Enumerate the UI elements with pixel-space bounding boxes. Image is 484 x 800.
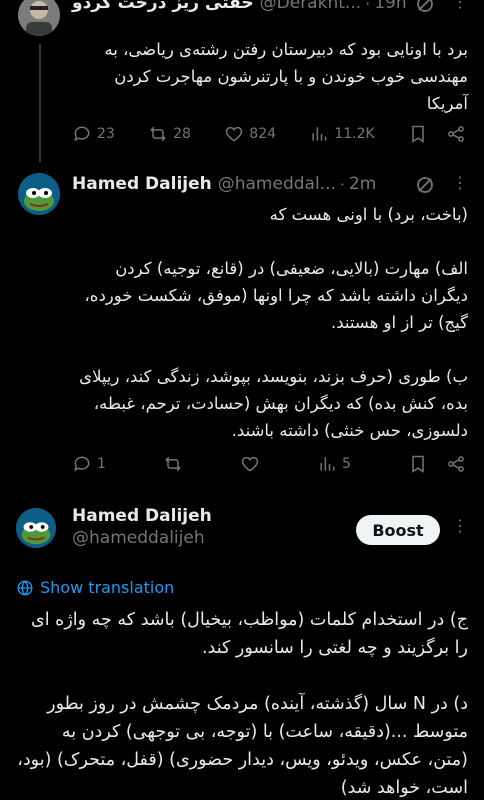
tweet-header: Hamed Dalijeh @hameddalijeh: [72, 506, 212, 548]
more-icon[interactable]: ⋮: [452, 173, 469, 192]
grok-icon[interactable]: [415, 175, 435, 195]
reply-button[interactable]: 23: [72, 124, 115, 144]
bookmark-button[interactable]: [408, 124, 428, 144]
bookmark-icon: [412, 455, 424, 473]
tweet-header: Hamed Dalijeh @hameddal... · 2m: [72, 174, 376, 194]
show-translation-link[interactable]: Show translation: [16, 578, 174, 597]
timestamp[interactable]: 2m: [349, 174, 376, 194]
reply-count: 23: [97, 126, 115, 142]
tweet-text: برد با اونایی بود که دبیرستان رفتن رشته‌…: [104, 40, 468, 113]
views-button[interactable]: 11.2K: [309, 124, 375, 144]
reply-button[interactable]: 1: [72, 454, 106, 474]
reply-count: 1: [97, 456, 106, 472]
repost-button[interactable]: 28: [148, 124, 191, 144]
tweet-header: حقتی ریز درخت کردو @Derakht... · 19h: [72, 0, 407, 13]
views-count: 5: [342, 456, 351, 472]
author-handle[interactable]: @hameddalijeh: [72, 528, 205, 548]
repost-count: 28: [173, 126, 191, 142]
tweet-actions: 1 5: [72, 454, 466, 474]
grok-icon[interactable]: [415, 0, 435, 14]
tweet-text: ج) در استخدام کلمات (مواظب، بیخیال) باشد…: [17, 610, 468, 798]
reply-icon: [74, 126, 90, 142]
views-count: 11.2K: [334, 126, 375, 142]
heart-icon: [241, 456, 259, 472]
tweet-2[interactable]: Hamed Dalijeh @hameddal... · 2m ⋮ (باخت،…: [0, 166, 484, 486]
repost-button[interactable]: [163, 454, 183, 474]
share-icon: [448, 126, 464, 142]
tweet-top[interactable]: حقتی ریز درخت کردو @Derakht... · 19h ⋮ ب…: [0, 0, 484, 160]
show-translation-label: Show translation: [40, 578, 175, 597]
author-name[interactable]: Hamed Dalijeh: [72, 506, 212, 526]
avatar[interactable]: [16, 508, 56, 548]
bookmark-button[interactable]: [408, 454, 428, 474]
tweet-actions: 23 28 824 11.2K: [72, 124, 466, 144]
avatar[interactable]: [18, 0, 60, 36]
author-handle[interactable]: @hameddal...: [218, 174, 336, 194]
boost-button[interactable]: Boost: [356, 515, 440, 545]
views-icon: [320, 457, 335, 471]
share-icon: [448, 456, 464, 472]
bookmark-icon: [412, 125, 424, 143]
share-button[interactable]: [446, 454, 466, 474]
heart-icon: [226, 126, 243, 142]
repost-icon: [150, 126, 166, 142]
reply-icon: [74, 456, 90, 472]
like-button[interactable]: 824: [224, 124, 276, 144]
timestamp[interactable]: 19h: [374, 0, 406, 13]
views-button[interactable]: 5: [317, 454, 351, 474]
author-name[interactable]: Hamed Dalijeh: [72, 174, 212, 194]
author-name[interactable]: حقتی ریز درخت کردو: [72, 0, 254, 13]
repost-icon: [165, 456, 181, 472]
more-icon[interactable]: ⋮: [452, 516, 469, 535]
separator-dot: ·: [365, 0, 371, 13]
views-icon: [312, 127, 327, 141]
share-button[interactable]: [446, 124, 466, 144]
like-count: 824: [249, 126, 277, 142]
separator-dot: ·: [339, 174, 345, 194]
tweet-text: (باخت، برد) با اونی هست که الف) مهارت (ب…: [79, 205, 468, 440]
avatar[interactable]: [18, 173, 60, 215]
globe-icon: [17, 580, 33, 595]
like-button[interactable]: [240, 454, 260, 474]
author-handle[interactable]: @Derakht...: [260, 0, 361, 13]
more-icon[interactable]: ⋮: [452, 0, 469, 11]
